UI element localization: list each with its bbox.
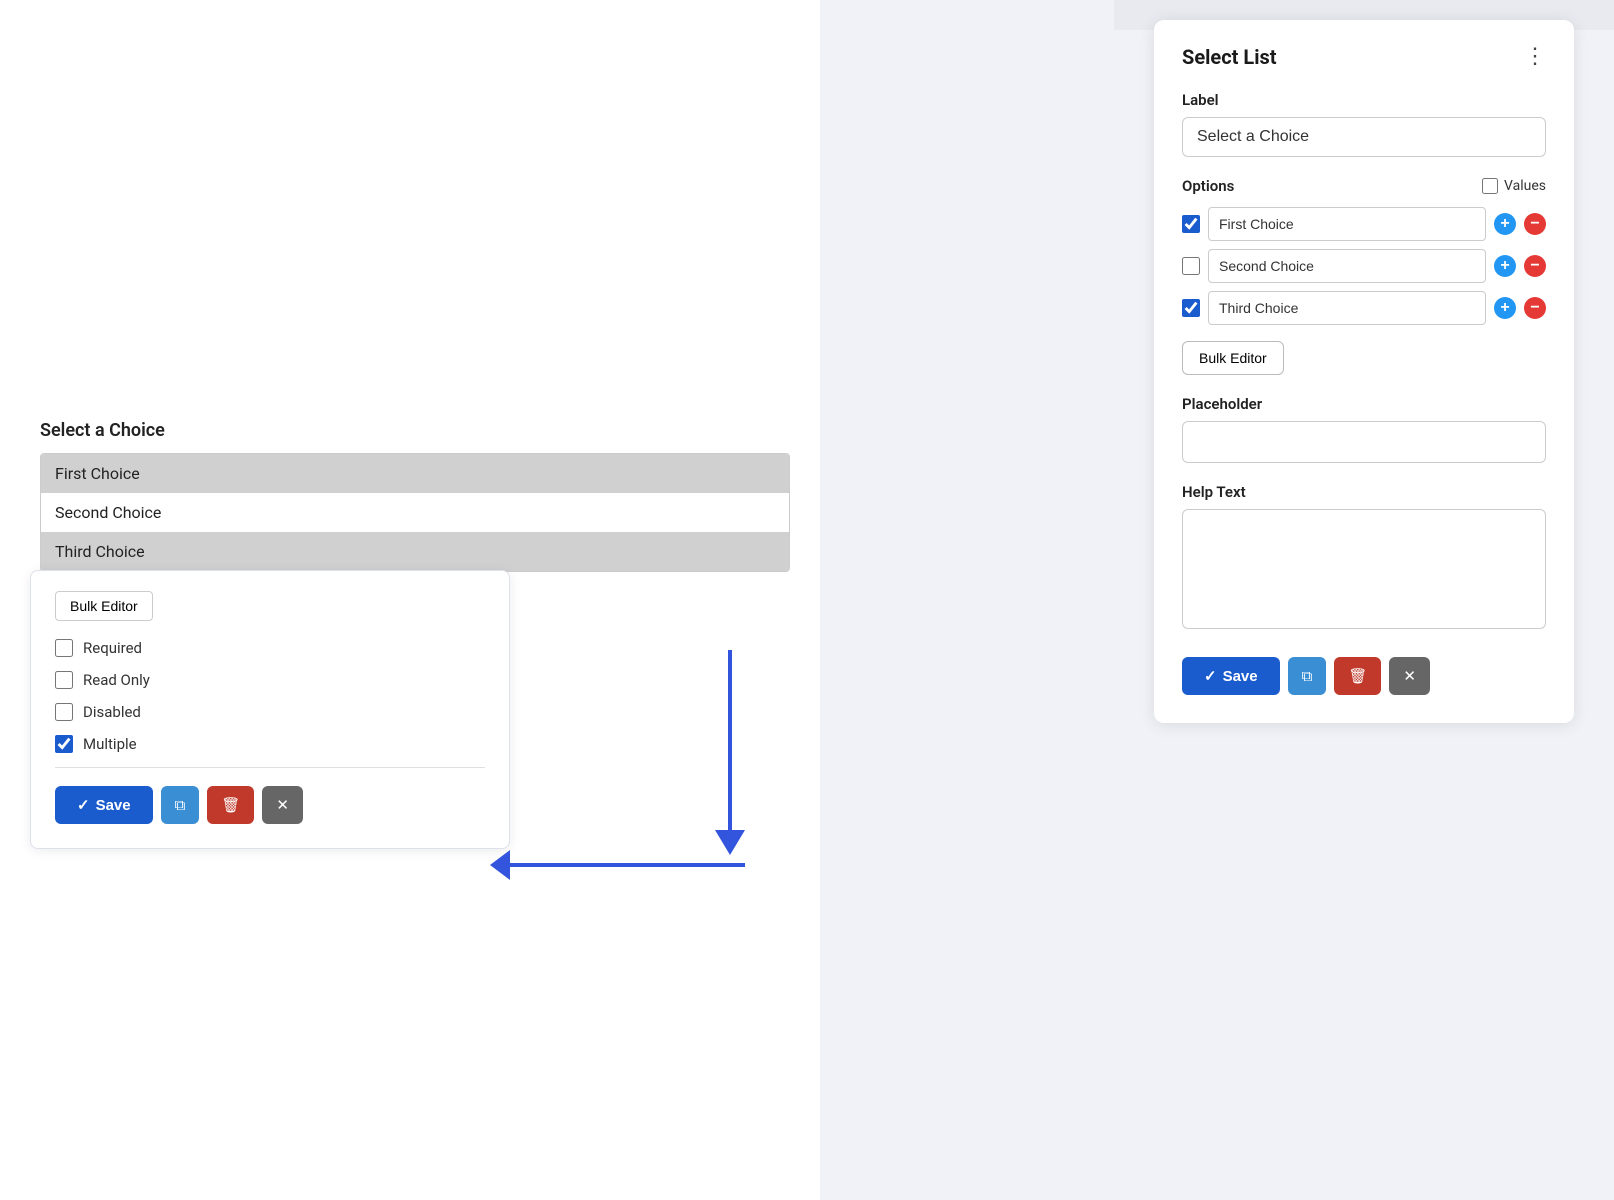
inline-delete-button[interactable]: 🗑 — [207, 786, 254, 824]
label-field-title: Label — [1182, 91, 1546, 109]
option-row-3: + − — [1182, 291, 1546, 325]
disabled-label[interactable]: Disabled — [83, 703, 141, 721]
option-2-input[interactable] — [1208, 249, 1486, 283]
form-field-label: Select a Choice — [40, 420, 780, 441]
options-header: Options Values — [1182, 177, 1546, 195]
required-checkbox[interactable] — [55, 639, 73, 657]
disabled-row: Disabled — [55, 703, 485, 721]
copy-button[interactable]: ⧉ — [1288, 657, 1327, 695]
bulk-editor-button[interactable]: Bulk Editor — [1182, 341, 1284, 375]
option-row-2: + − — [1182, 249, 1546, 283]
placeholder-field-title: Placeholder — [1182, 395, 1546, 413]
placeholder-input[interactable] — [1182, 421, 1546, 463]
arrow-annotation — [490, 640, 770, 900]
close-button[interactable]: ✕ — [1389, 657, 1430, 695]
options-title: Options — [1182, 177, 1234, 195]
check-icon: ✓ — [77, 796, 90, 814]
option-1-add-button[interactable]: + — [1494, 213, 1516, 235]
option-2-add-button[interactable]: + — [1494, 255, 1516, 277]
help-text-title: Help Text — [1182, 483, 1546, 501]
values-label[interactable]: Values — [1482, 178, 1546, 194]
trash-icon: 🗑 — [221, 797, 240, 814]
readonly-label[interactable]: Read Only — [83, 671, 150, 689]
option-1-input[interactable] — [1208, 207, 1486, 241]
select-option-1[interactable]: First Choice — [41, 454, 789, 493]
bulk-editor-button-inline[interactable]: Bulk Editor — [55, 591, 153, 621]
panel-title: Select List — [1182, 45, 1277, 69]
values-checkbox[interactable] — [1482, 178, 1498, 194]
delete-button[interactable]: 🗑 — [1334, 657, 1381, 695]
required-row: Required — [55, 639, 485, 657]
option-1-remove-button[interactable]: − — [1524, 213, 1546, 235]
save-label: Save — [96, 797, 131, 814]
save-button[interactable]: ✓ Save — [1182, 657, 1280, 695]
select-option-3[interactable]: Third Choice — [41, 532, 789, 571]
save-btn-label: Save — [1223, 668, 1258, 685]
option-3-remove-button[interactable]: − — [1524, 297, 1546, 319]
close-icon: ✕ — [276, 797, 289, 814]
copy-icon: ⧉ — [175, 797, 186, 814]
copy-icon: ⧉ — [1302, 668, 1313, 685]
option-2-remove-button[interactable]: − — [1524, 255, 1546, 277]
inline-editor-panel: Bulk Editor Required Read Only Disabled … — [30, 570, 510, 849]
required-label[interactable]: Required — [83, 639, 142, 657]
divider — [55, 767, 485, 768]
inline-action-buttons: ✓ Save ⧉ 🗑 ✕ — [55, 786, 485, 824]
option-3-add-button[interactable]: + — [1494, 297, 1516, 319]
inline-close-button[interactable]: ✕ — [262, 786, 303, 824]
inline-copy-button[interactable]: ⧉ — [161, 786, 200, 824]
inline-save-button[interactable]: ✓ Save — [55, 786, 153, 824]
option-row-1: + − — [1182, 207, 1546, 241]
label-input[interactable] — [1182, 117, 1546, 157]
readonly-checkbox[interactable] — [55, 671, 73, 689]
help-text-area[interactable] — [1182, 509, 1546, 629]
panel-action-buttons: ✓ Save ⧉ 🗑 ✕ — [1182, 657, 1546, 695]
option-3-input[interactable] — [1208, 291, 1486, 325]
values-text: Values — [1504, 178, 1546, 194]
disabled-checkbox[interactable] — [55, 703, 73, 721]
readonly-row: Read Only — [55, 671, 485, 689]
select-option-2[interactable]: Second Choice — [41, 493, 789, 532]
option-3-checkbox[interactable] — [1182, 299, 1200, 317]
right-properties-panel: Select List ⋮ Label Options Values + − +… — [1154, 20, 1574, 723]
multiple-row: Multiple — [55, 735, 485, 753]
panel-header: Select List ⋮ — [1182, 44, 1546, 69]
select-list-preview[interactable]: First Choice Second Choice Third Choice — [40, 453, 790, 572]
trash-icon: 🗑 — [1348, 668, 1367, 685]
save-check-icon: ✓ — [1204, 667, 1217, 685]
option-2-checkbox[interactable] — [1182, 257, 1200, 275]
option-1-checkbox[interactable] — [1182, 215, 1200, 233]
left-panel: Select a Choice First Choice Second Choi… — [0, 0, 820, 1200]
close-icon: ✕ — [1403, 668, 1416, 685]
panel-menu-icon[interactable]: ⋮ — [1524, 44, 1546, 69]
multiple-label[interactable]: Multiple — [83, 735, 137, 753]
multiple-checkbox[interactable] — [55, 735, 73, 753]
